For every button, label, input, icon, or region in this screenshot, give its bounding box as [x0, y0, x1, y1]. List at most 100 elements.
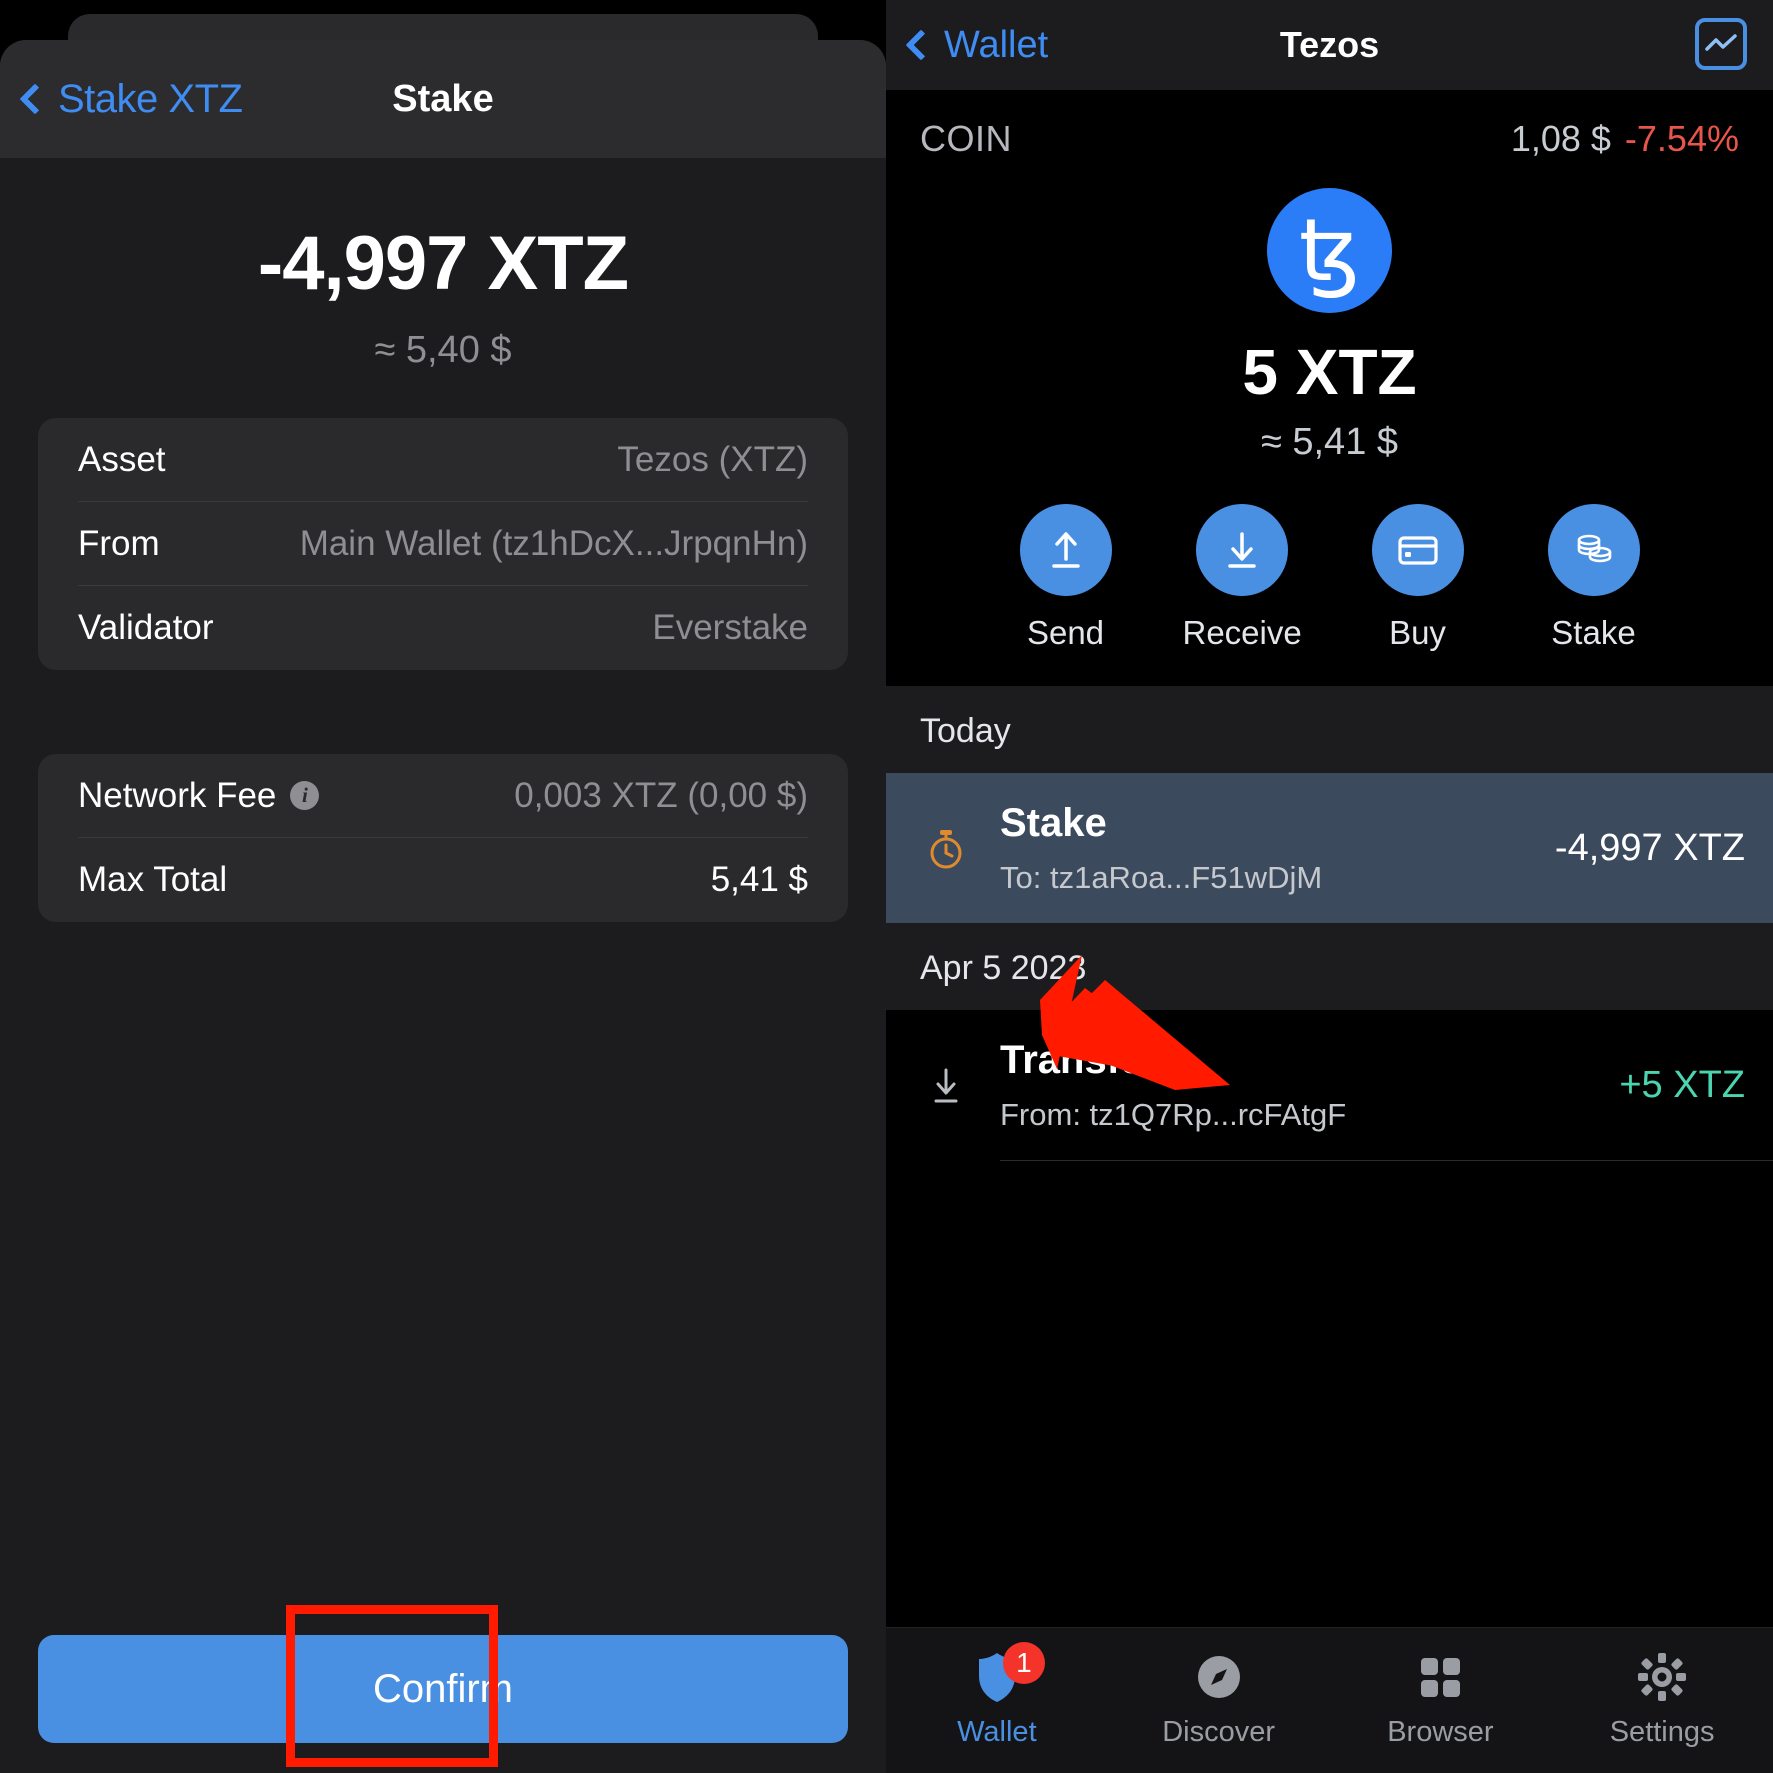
- tx-title: Stake: [1000, 800, 1107, 845]
- back-to-wallet-button[interactable]: Wallet: [886, 24, 1048, 67]
- tezos-wallet-screen: Wallet Tezos COIN 1,08 $ -7.54% ꜩ 5 XTZ ≈…: [886, 0, 1773, 1773]
- detail-value: Everstake: [652, 608, 808, 647]
- asset-balance: 5 XTZ: [1242, 336, 1417, 408]
- tx-text-block: Transfer From: tz1Q7Rp...rcFAtgF: [1000, 1038, 1591, 1133]
- tx-subtitle: From: tz1Q7Rp...rcFAtgF: [1000, 1096, 1347, 1132]
- buy-button[interactable]: Buy: [1359, 504, 1477, 652]
- tx-amount: -4,997 XTZ: [1554, 826, 1745, 869]
- action-label: Buy: [1389, 614, 1446, 651]
- stake-confirmation-screen: Stake XTZ Stake -4,997 XTZ ≈ 5,40 $ Asse…: [0, 0, 886, 1773]
- action-label: Send: [1026, 614, 1105, 651]
- back-to-stake-xtz-button[interactable]: Stake XTZ: [0, 76, 243, 122]
- arrow-down-receive-glyph: [934, 1068, 958, 1103]
- fee-label: Max Total: [78, 860, 228, 899]
- confirm-button[interactable]: Confirm: [38, 1635, 848, 1743]
- line-chart-glyph: [1705, 34, 1737, 51]
- info-icon[interactable]: i: [290, 781, 320, 810]
- grid-glyph: [1421, 1658, 1461, 1697]
- receive-button[interactable]: Receive: [1182, 504, 1302, 652]
- coin-label: COIN: [920, 118, 1012, 159]
- coin-change: -7.54%: [1624, 118, 1739, 159]
- tx-section-header-apr5: Apr 5 2023: [886, 923, 1773, 1010]
- table-row[interactable]: Transfer From: tz1Q7Rp...rcFAtgF +5 XTZ: [886, 1010, 1773, 1160]
- arrow-down-receive-icon: [920, 1060, 972, 1110]
- shield-wallet-icon: 1: [886, 1642, 1108, 1708]
- tab-browser[interactable]: Browser: [1330, 1646, 1552, 1749]
- transaction-details-card: Asset Tezos (XTZ) From Main Wallet (tz1h…: [38, 418, 848, 670]
- detail-label: Validator: [78, 608, 214, 647]
- gear-glyph: [1638, 1653, 1687, 1701]
- stake-sheet: Stake XTZ Stake -4,997 XTZ ≈ 5,40 $ Asse…: [0, 40, 886, 1773]
- detail-row-validator: Validator Everstake: [78, 586, 808, 670]
- detail-value: Main Wallet (tz1hDcX...JrpqnHn): [299, 523, 808, 563]
- tab-wallet[interactable]: 1 Wallet: [886, 1642, 1108, 1749]
- tab-label: Wallet: [957, 1716, 1037, 1748]
- screenshot-root: Stake XTZ Stake -4,997 XTZ ≈ 5,40 $ Asse…: [0, 0, 1773, 1773]
- arrow-up-send-icon: [1019, 504, 1112, 596]
- tab-settings[interactable]: Settings: [1551, 1646, 1773, 1749]
- stake-sheet-body: -4,997 XTZ ≈ 5,40 $ Asset Tezos (XTZ) Fr…: [0, 220, 886, 1773]
- send-button[interactable]: Send: [1007, 504, 1125, 652]
- back-label: Wallet: [944, 23, 1049, 66]
- tx-subtitle: To: tz1aRoa...F51wDjM: [1000, 859, 1323, 895]
- arrow-down-receive-icon: [1195, 504, 1288, 596]
- status-badge: 1: [1002, 1642, 1045, 1684]
- transaction-list-older: Transfer From: tz1Q7Rp...rcFAtgF +5 XTZ: [886, 1010, 1773, 1161]
- detail-label: From: [78, 523, 160, 563]
- coin-price: 1,08 $: [1510, 118, 1611, 159]
- stopwatch-glyph: [930, 830, 962, 869]
- tx-section-header-today: Today: [886, 686, 1773, 773]
- tab-discover[interactable]: Discover: [1108, 1646, 1330, 1749]
- coin-price-row: COIN 1,08 $ -7.54%: [886, 90, 1773, 160]
- fee-value: 0,003 XTZ (0,00 $): [514, 775, 808, 815]
- chevron-left-icon: [905, 29, 937, 61]
- tab-label: Browser: [1387, 1716, 1494, 1748]
- detail-label: Asset: [78, 439, 166, 479]
- chevron-left-icon: [19, 83, 51, 115]
- compass-glyph: [1197, 1656, 1240, 1698]
- fee-row-network-fee: Network Fee i 0,003 XTZ (0,00 $): [78, 754, 808, 838]
- gear-icon: [1551, 1646, 1773, 1708]
- coins-stack-glyph: [1577, 534, 1611, 563]
- action-label: Receive: [1182, 614, 1302, 651]
- stake-amount: -4,997 XTZ: [257, 221, 629, 306]
- compass-icon: [1108, 1646, 1330, 1708]
- list-divider: [1000, 1160, 1773, 1161]
- tezos-logo-icon: ꜩ: [1267, 188, 1392, 313]
- tab-label: Discover: [1162, 1716, 1276, 1748]
- grid-squares-icon: [1330, 1646, 1552, 1708]
- asset-balance-fiat: ≈ 5,41 $: [1260, 421, 1399, 463]
- tab-label: Settings: [1609, 1716, 1715, 1748]
- detail-value: Tezos (XTZ): [617, 439, 808, 479]
- arrow-up-send-glyph: [1051, 532, 1080, 568]
- detail-row-asset: Asset Tezos (XTZ): [78, 418, 808, 502]
- tx-amount: +5 XTZ: [1619, 1063, 1745, 1106]
- right-nav-bar: Wallet Tezos: [886, 0, 1773, 90]
- credit-card-icon: [1371, 504, 1464, 596]
- fee-value: 5,41 $: [710, 860, 808, 899]
- table-row[interactable]: Stake To: tz1aRoa...F51wDjM -4,997 XTZ: [886, 773, 1773, 923]
- left-nav-bar: Stake XTZ Stake: [0, 40, 886, 158]
- fees-card: Network Fee i 0,003 XTZ (0,00 $) Max Tot…: [38, 754, 848, 922]
- transaction-list: Stake To: tz1aRoa...F51wDjM -4,997 XTZ: [886, 773, 1773, 923]
- action-label: Stake: [1551, 614, 1636, 651]
- asset-actions: Send Receive Buy Stake: [886, 504, 1773, 652]
- line-chart-icon[interactable]: [1695, 18, 1747, 70]
- credit-card-glyph: [1397, 536, 1438, 565]
- stopwatch-pending-icon: [920, 822, 972, 874]
- detail-row-from: From Main Wallet (tz1hDcX...JrpqnHn): [78, 502, 808, 586]
- bottom-tab-bar: 1 Wallet Discover Browser Settings: [886, 1627, 1773, 1773]
- fee-row-max-total: Max Total 5,41 $: [78, 838, 808, 922]
- fee-label-wrap: Network Fee i: [78, 775, 320, 816]
- stake-button[interactable]: Stake: [1535, 504, 1653, 652]
- asset-hero: COIN 1,08 $ -7.54% ꜩ 5 XTZ ≈ 5,41 $ Send…: [886, 90, 1773, 686]
- stake-amount-fiat: ≈ 5,40 $: [374, 329, 512, 371]
- coins-stack-icon: [1547, 504, 1640, 596]
- coin-price-wrap: 1,08 $ -7.54%: [1511, 118, 1739, 160]
- confirm-button-wrap: Confirm: [38, 1635, 848, 1743]
- tx-title: Transfer: [1000, 1037, 1158, 1082]
- back-label: Stake XTZ: [58, 76, 243, 121]
- tezos-logo-glyph: ꜩ: [1298, 200, 1360, 301]
- fee-label: Network Fee: [78, 775, 277, 815]
- tx-text-block: Stake To: tz1aRoa...F51wDjM: [1000, 801, 1527, 896]
